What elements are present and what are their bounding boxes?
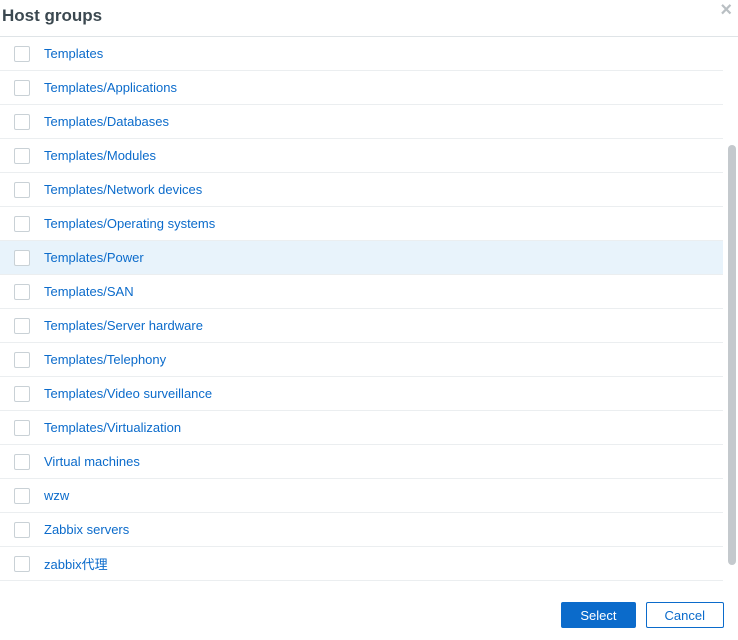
list-item-label[interactable]: zabbix代理 bbox=[44, 554, 108, 573]
select-button[interactable]: Select bbox=[561, 602, 635, 628]
list-item-label[interactable]: Templates/Operating systems bbox=[44, 216, 215, 231]
checkbox[interactable] bbox=[14, 216, 30, 232]
list-item[interactable]: Templates/SAN bbox=[0, 275, 723, 309]
list-item-label[interactable]: Templates/Virtualization bbox=[44, 420, 181, 435]
checkbox[interactable] bbox=[14, 386, 30, 402]
list-item[interactable]: Templates/Operating systems bbox=[0, 207, 723, 241]
checkbox[interactable] bbox=[14, 250, 30, 266]
list-item[interactable]: Templates/Modules bbox=[0, 139, 723, 173]
list-item[interactable]: Templates/Telephony bbox=[0, 343, 723, 377]
list-item-label[interactable]: Templates/Modules bbox=[44, 148, 156, 163]
checkbox[interactable] bbox=[14, 148, 30, 164]
list-item-label[interactable]: Templates/Power bbox=[44, 250, 144, 265]
list-item-label[interactable]: Templates/Databases bbox=[44, 114, 169, 129]
host-groups-list-container: Templates Templates/Applications Templates… bbox=[0, 36, 738, 596]
cancel-button[interactable]: Cancel bbox=[646, 602, 724, 628]
checkbox[interactable] bbox=[14, 46, 30, 62]
checkbox[interactable] bbox=[14, 80, 30, 96]
list-item[interactable]: Templates/Video surveillance bbox=[0, 377, 723, 411]
checkbox[interactable] bbox=[14, 318, 30, 334]
list-item-label[interactable]: Virtual machines bbox=[44, 454, 140, 469]
list-item-label[interactable]: wzw bbox=[44, 488, 69, 503]
list-item[interactable]: Virtual machines bbox=[0, 445, 723, 479]
list-item-label[interactable]: Templates/Network devices bbox=[44, 182, 202, 197]
checkbox[interactable] bbox=[14, 420, 30, 436]
list-item-label[interactable]: Templates/Video surveillance bbox=[44, 386, 212, 401]
list-item-label[interactable]: Templates/Telephony bbox=[44, 352, 166, 367]
list-item-label[interactable]: Templates/Applications bbox=[44, 80, 177, 95]
list-item-label[interactable]: Zabbix servers bbox=[44, 522, 129, 537]
list-item[interactable]: Templates/Network devices bbox=[0, 173, 723, 207]
checkbox[interactable] bbox=[14, 352, 30, 368]
checkbox[interactable] bbox=[14, 454, 30, 470]
list-item[interactable]: zabbix代理 bbox=[0, 547, 723, 581]
list-item[interactable]: Templates/Databases bbox=[0, 105, 723, 139]
list-item[interactable]: wzw bbox=[0, 479, 723, 513]
dialog-title: Host groups bbox=[0, 6, 102, 25]
scrollbar[interactable] bbox=[728, 32, 736, 592]
list-item-label[interactable]: Templates bbox=[44, 46, 103, 61]
list-item-label[interactable]: Templates/SAN bbox=[44, 284, 134, 299]
checkbox[interactable] bbox=[14, 182, 30, 198]
list-item[interactable]: Templates bbox=[0, 37, 723, 71]
dialog-header: Host groups bbox=[0, 0, 738, 36]
checkbox[interactable] bbox=[14, 284, 30, 300]
list-item[interactable]: Templates/Power bbox=[0, 241, 723, 275]
list-item-label[interactable]: Templates/Server hardware bbox=[44, 318, 203, 333]
close-icon[interactable]: × bbox=[720, 0, 732, 20]
host-groups-list: Templates Templates/Applications Templates… bbox=[0, 37, 723, 596]
list-item[interactable]: Templates/Server hardware bbox=[0, 309, 723, 343]
checkbox[interactable] bbox=[14, 522, 30, 538]
list-item[interactable]: Templates/Virtualization bbox=[0, 411, 723, 445]
dialog-footer: Select Cancel bbox=[0, 596, 738, 640]
checkbox[interactable] bbox=[14, 114, 30, 130]
checkbox[interactable] bbox=[14, 488, 30, 504]
host-groups-dialog: × Host groups Templates Templates/Applica… bbox=[0, 0, 738, 640]
scrollbar-thumb[interactable] bbox=[728, 145, 736, 565]
list-item[interactable]: Templates/Applications bbox=[0, 71, 723, 105]
list-item[interactable]: Zabbix servers bbox=[0, 513, 723, 547]
checkbox[interactable] bbox=[14, 556, 30, 572]
